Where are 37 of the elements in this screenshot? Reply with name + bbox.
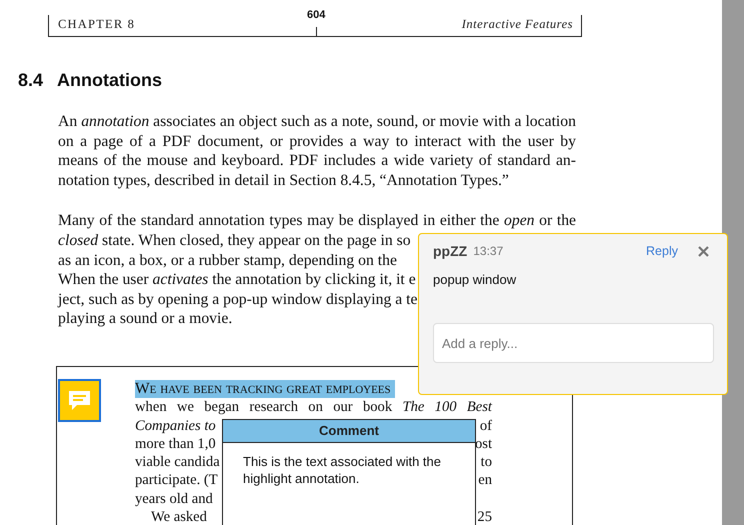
text-line: playing a sound or a movie. (58, 309, 232, 329)
timestamp: 13:37 (473, 244, 504, 258)
text-line: An annotation associates an object such as a note, sound, or movie with a location (58, 112, 576, 132)
text-line: 25 (477, 508, 492, 525)
scrollbar[interactable] (722, 0, 744, 525)
running-title: Interactive Features (462, 17, 573, 32)
reply-field[interactable]: Add a reply... (433, 323, 714, 363)
text-line: Many of the standard annotation types may be displayed in either the open or the (58, 211, 576, 231)
text-line: Companies to (135, 416, 216, 435)
text-line: on a page of a PDF document, or provides a way to interact with the user by (58, 132, 576, 152)
close-icon[interactable] (698, 246, 709, 256)
reply-link[interactable]: Reply (646, 244, 678, 258)
text-line: years old and (135, 490, 213, 508)
text-line: viable candida (135, 453, 220, 472)
author-name: ppZZ (433, 243, 468, 259)
chapter-heading: CHAPTER 8 (58, 17, 136, 32)
text-line: more than 1,0 (135, 434, 216, 454)
comment-text: popup window (433, 272, 518, 287)
text-line: notation types, described in detail in Section 8.4.5, “Annotation Types.” (58, 170, 509, 190)
text-line: as an icon, a box, or a rubber stamp, depending on the (58, 250, 397, 270)
note-icon[interactable] (58, 378, 101, 422)
text-line: ject, such as by opening a pop-up window displaying a te (58, 290, 418, 310)
text-line: participate. (T (135, 471, 218, 490)
text-line: When the user activates the annotation by clicking it, it e (58, 270, 416, 290)
text-line: means of the mouse and keyboard. PDF includes a wide variety of standard an- (58, 151, 576, 171)
text-line: ost (474, 434, 492, 454)
text-line: when we began research on our book The 100 Best (135, 398, 492, 417)
page-number: 604 (307, 9, 326, 21)
text-line: to (480, 453, 492, 472)
text-line: en (478, 471, 492, 490)
text-line: of (480, 416, 492, 435)
text-line: We asked (150, 508, 207, 525)
popup-title: Comment (223, 420, 475, 443)
section-number: 8.4 (18, 70, 44, 91)
text-line: closed state. When closed, they appear on the page in so (58, 230, 411, 251)
section-title: Annotations (57, 70, 162, 91)
comment-text: This is the text associated with the highlight annotation. (242, 453, 442, 488)
